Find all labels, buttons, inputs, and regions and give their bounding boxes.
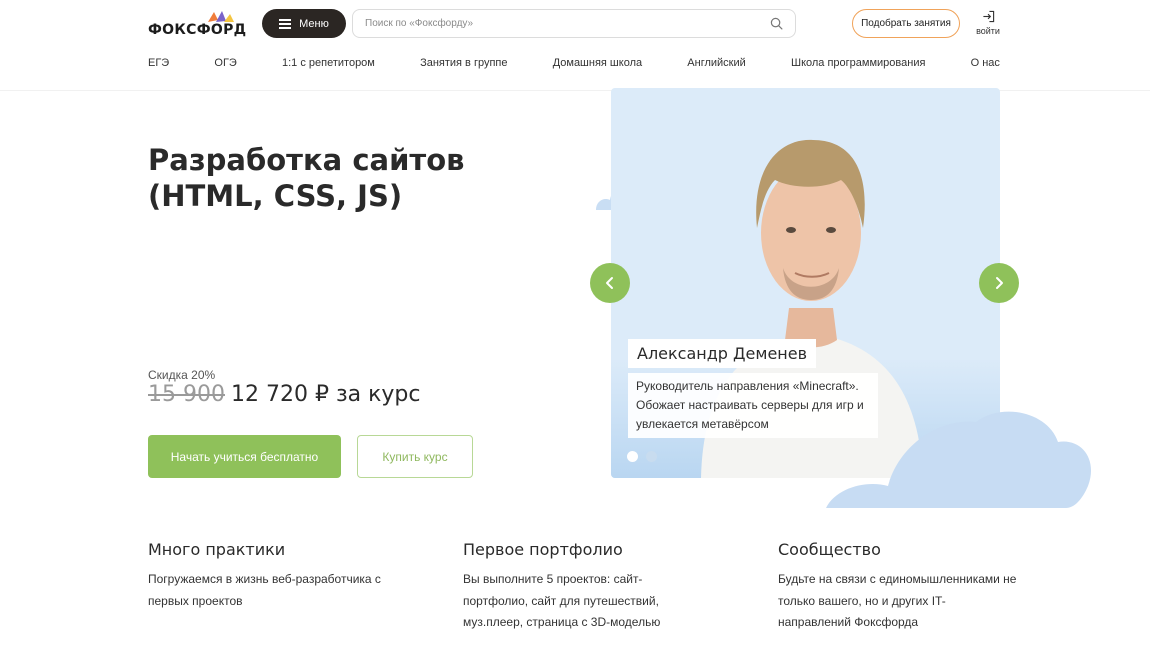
feature-practice: Много практики Погружаемся в жизнь веб-р… <box>148 540 398 612</box>
logo-text: ФОКСФОРД <box>148 22 247 38</box>
nav-item-group[interactable]: Занятия в группе <box>420 57 507 69</box>
course-title: Разработка сайтов (HTML, CSS, JS) <box>148 143 465 213</box>
nav-item-home-school[interactable]: Домашняя школа <box>553 57 642 69</box>
menu-button-label: Меню <box>299 17 329 30</box>
login-label: войти <box>976 26 1000 36</box>
nav-item-programming-school[interactable]: Школа программирования <box>791 57 925 69</box>
burger-icon <box>279 19 292 29</box>
cloud-decoration-icon <box>826 411 1092 508</box>
search-box <box>352 9 796 38</box>
nav-item-english[interactable]: Английский <box>687 57 746 69</box>
feature-title: Первое портфолио <box>463 540 623 559</box>
price-row: 15 900 12 720 ₽ за курс <box>148 382 421 407</box>
feature-text: Погружаемся в жизнь веб-разработчика с п… <box>148 572 381 608</box>
nav-item-ege[interactable]: ЕГЭ <box>148 57 169 69</box>
search-icon[interactable] <box>770 17 783 30</box>
feature-community: Сообщество Будьте на связи с единомышлен… <box>778 540 1018 634</box>
feature-text: Вы выполните 5 проектов: сайт-портфолио,… <box>463 572 661 629</box>
chevron-right-icon <box>996 277 1003 289</box>
feature-title: Много практики <box>148 540 286 559</box>
chevron-left-icon <box>606 277 613 289</box>
foxford-logo[interactable]: ФОКСФОРД <box>148 10 248 40</box>
search-input[interactable] <box>365 18 770 29</box>
teacher-name: Александр Деменев <box>628 339 817 368</box>
slider-pagination <box>627 451 657 462</box>
slider-next-button[interactable] <box>979 263 1019 303</box>
pick-classes-button[interactable]: Подобрать занятия <box>852 9 960 38</box>
old-price: 15 900 <box>148 382 225 407</box>
nav-item-about[interactable]: О нас <box>971 57 1000 69</box>
slider-dot[interactable] <box>646 451 657 462</box>
nav-item-tutor[interactable]: 1:1 с репетитором <box>282 57 375 69</box>
new-price: 12 720 ₽ за курс <box>230 382 421 407</box>
menu-button[interactable]: Меню <box>262 9 346 38</box>
feature-portfolio: Первое портфолио Вы выполните 5 проектов… <box>463 540 703 634</box>
feature-text: Будьте на связи с единомышленниками не т… <box>778 572 1017 629</box>
slider-dot-active[interactable] <box>627 451 638 462</box>
main-nav: ЕГЭ ОГЭ 1:1 с репетитором Занятия в груп… <box>148 57 1000 69</box>
discount-label: Скидка 20% <box>148 368 216 382</box>
login-icon <box>982 10 994 23</box>
site-header: ФОКСФОРД Меню Подобрать занятия войти ЕГ… <box>0 0 1150 90</box>
feature-title: Сообщество <box>778 540 881 559</box>
start-free-button[interactable]: Начать учиться бесплатно <box>148 435 341 478</box>
login-button[interactable]: войти <box>972 10 1004 36</box>
slider-prev-button[interactable] <box>590 263 630 303</box>
buy-course-button[interactable]: Купить курс <box>357 435 473 478</box>
nav-item-oge[interactable]: ОГЭ <box>214 57 236 69</box>
